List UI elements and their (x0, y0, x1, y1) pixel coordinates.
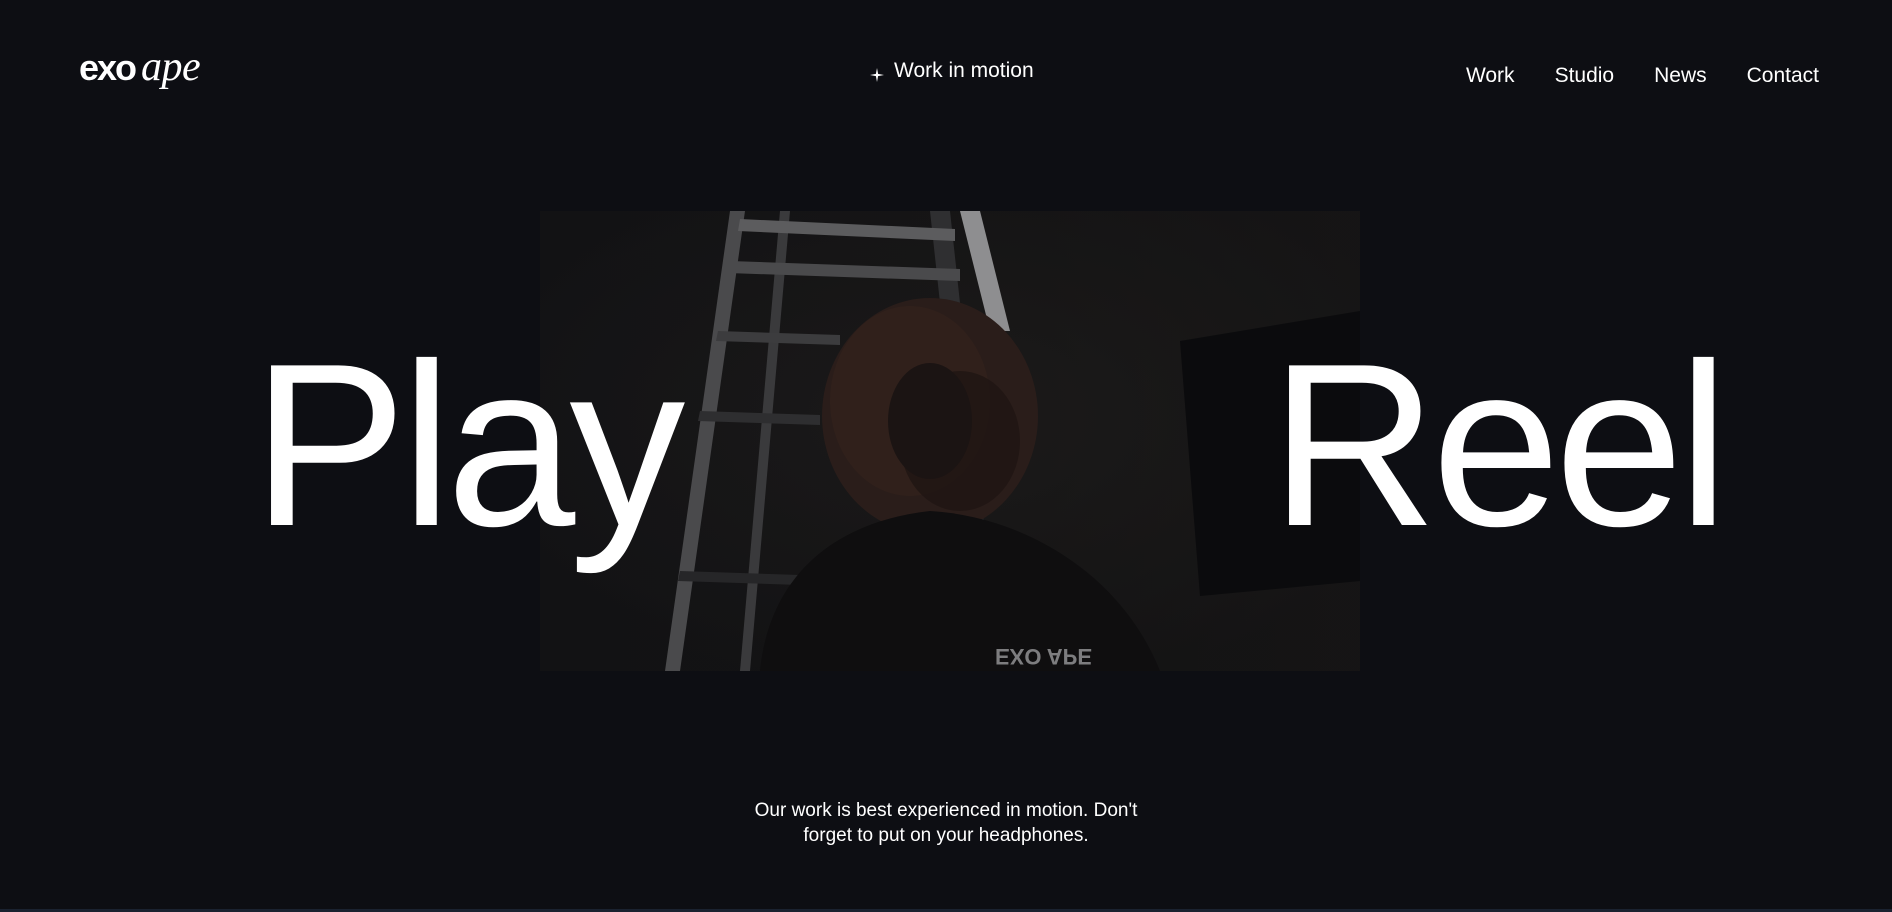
nav-item-studio[interactable]: Studio (1555, 62, 1615, 90)
tagline-label: Work in motion (894, 59, 1034, 82)
nav-item-work[interactable]: Work (1466, 62, 1515, 90)
nav-item-contact[interactable]: Contact (1747, 62, 1819, 90)
sparkle-icon (870, 64, 884, 82)
hero-word-reel: Reel (1270, 316, 1729, 575)
main-nav: Work Studio News Contact (1466, 62, 1819, 90)
caption-line-2: forget to put on your headphones. (803, 825, 1089, 846)
nav-item-news[interactable]: News (1654, 62, 1707, 90)
hero-word-play: Play (252, 316, 685, 575)
caption-line-1: Our work is best experienced in motion. … (754, 800, 1138, 821)
work-in-motion-link[interactable]: Work in motion (870, 59, 1034, 83)
shirt-print: EXO APE (995, 644, 1092, 669)
page: exo ape Work in motion Work Studio News … (0, 0, 1892, 912)
logo-secondary: ape (141, 44, 201, 90)
headphones-caption: Our work is best experienced in motion. … (746, 798, 1146, 848)
logo-primary: exo (79, 47, 137, 88)
logo[interactable]: exo ape (79, 44, 201, 90)
